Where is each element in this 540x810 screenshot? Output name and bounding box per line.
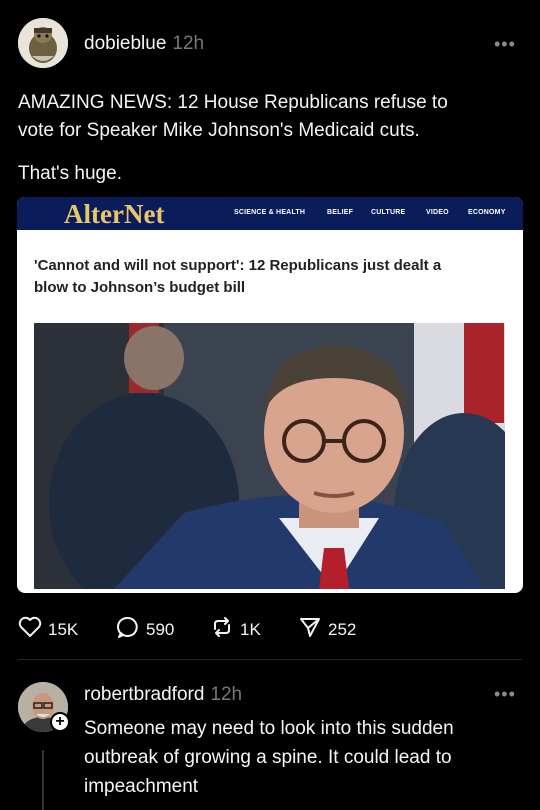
link-preview-card[interactable]: AlterNet SCIENCE & HEALTH BELIEF CULTURE… <box>17 197 523 593</box>
nav-culture: CULTURE <box>371 209 406 216</box>
post-text-line2: vote for Speaker Mike Johnson's Medicaid… <box>18 120 420 141</box>
post-time: 12h <box>172 33 205 54</box>
comment-count: 590 <box>146 619 175 639</box>
reply-username[interactable]: robertbradford <box>84 684 204 706</box>
user-avatar[interactable] <box>18 18 68 68</box>
like-count: 15K <box>48 619 79 639</box>
nav-science-health: SCIENCE & HEALTH <box>234 209 306 216</box>
follow-plus-icon[interactable]: + <box>50 712 70 732</box>
comment-icon <box>116 616 140 643</box>
share-count: 252 <box>328 619 357 639</box>
post-more-icon[interactable]: ••• <box>494 34 516 55</box>
reply-more-icon[interactable]: ••• <box>494 684 516 705</box>
repost-count: 1K <box>240 619 261 639</box>
reply-text-line2: outbreak of growing a spine. It could le… <box>84 747 452 768</box>
share-button[interactable]: 252 <box>298 616 356 643</box>
like-button[interactable]: 15K <box>18 616 78 643</box>
repost-icon <box>210 616 234 643</box>
comment-button[interactable]: 590 <box>116 616 174 643</box>
nav-video: VIDEO <box>426 209 449 216</box>
reply-text-line3: impeachment <box>84 776 199 797</box>
headline-line2: blow to Johnson’s budget bill <box>34 279 246 296</box>
alternet-navbar: AlterNet SCIENCE & HEALTH BELIEF CULTURE… <box>17 197 523 230</box>
heart-icon <box>18 616 42 643</box>
reply-thread-line <box>42 750 44 810</box>
post-username[interactable]: dobieblue <box>84 33 166 55</box>
article-headline: 'Cannot and will not support': 12 Republ… <box>34 255 441 299</box>
post-text-line1: AMAZING NEWS: 12 House Republicans refus… <box>18 92 448 113</box>
alternet-logo: AlterNet <box>64 199 165 229</box>
article-photo <box>34 323 505 589</box>
reply-time: 12h <box>210 684 243 705</box>
nav-economy: ECONOMY <box>468 209 506 216</box>
nav-belief: BELIEF <box>327 209 354 216</box>
reply-text-line1: Someone may need to look into this sudde… <box>84 718 454 739</box>
repost-button[interactable]: 1K <box>210 616 261 643</box>
post-text-line3: That's huge. <box>18 163 122 184</box>
send-icon <box>298 616 322 643</box>
post-divider <box>18 659 522 660</box>
headline-line1: 'Cannot and will not support': 12 Republ… <box>34 257 442 274</box>
